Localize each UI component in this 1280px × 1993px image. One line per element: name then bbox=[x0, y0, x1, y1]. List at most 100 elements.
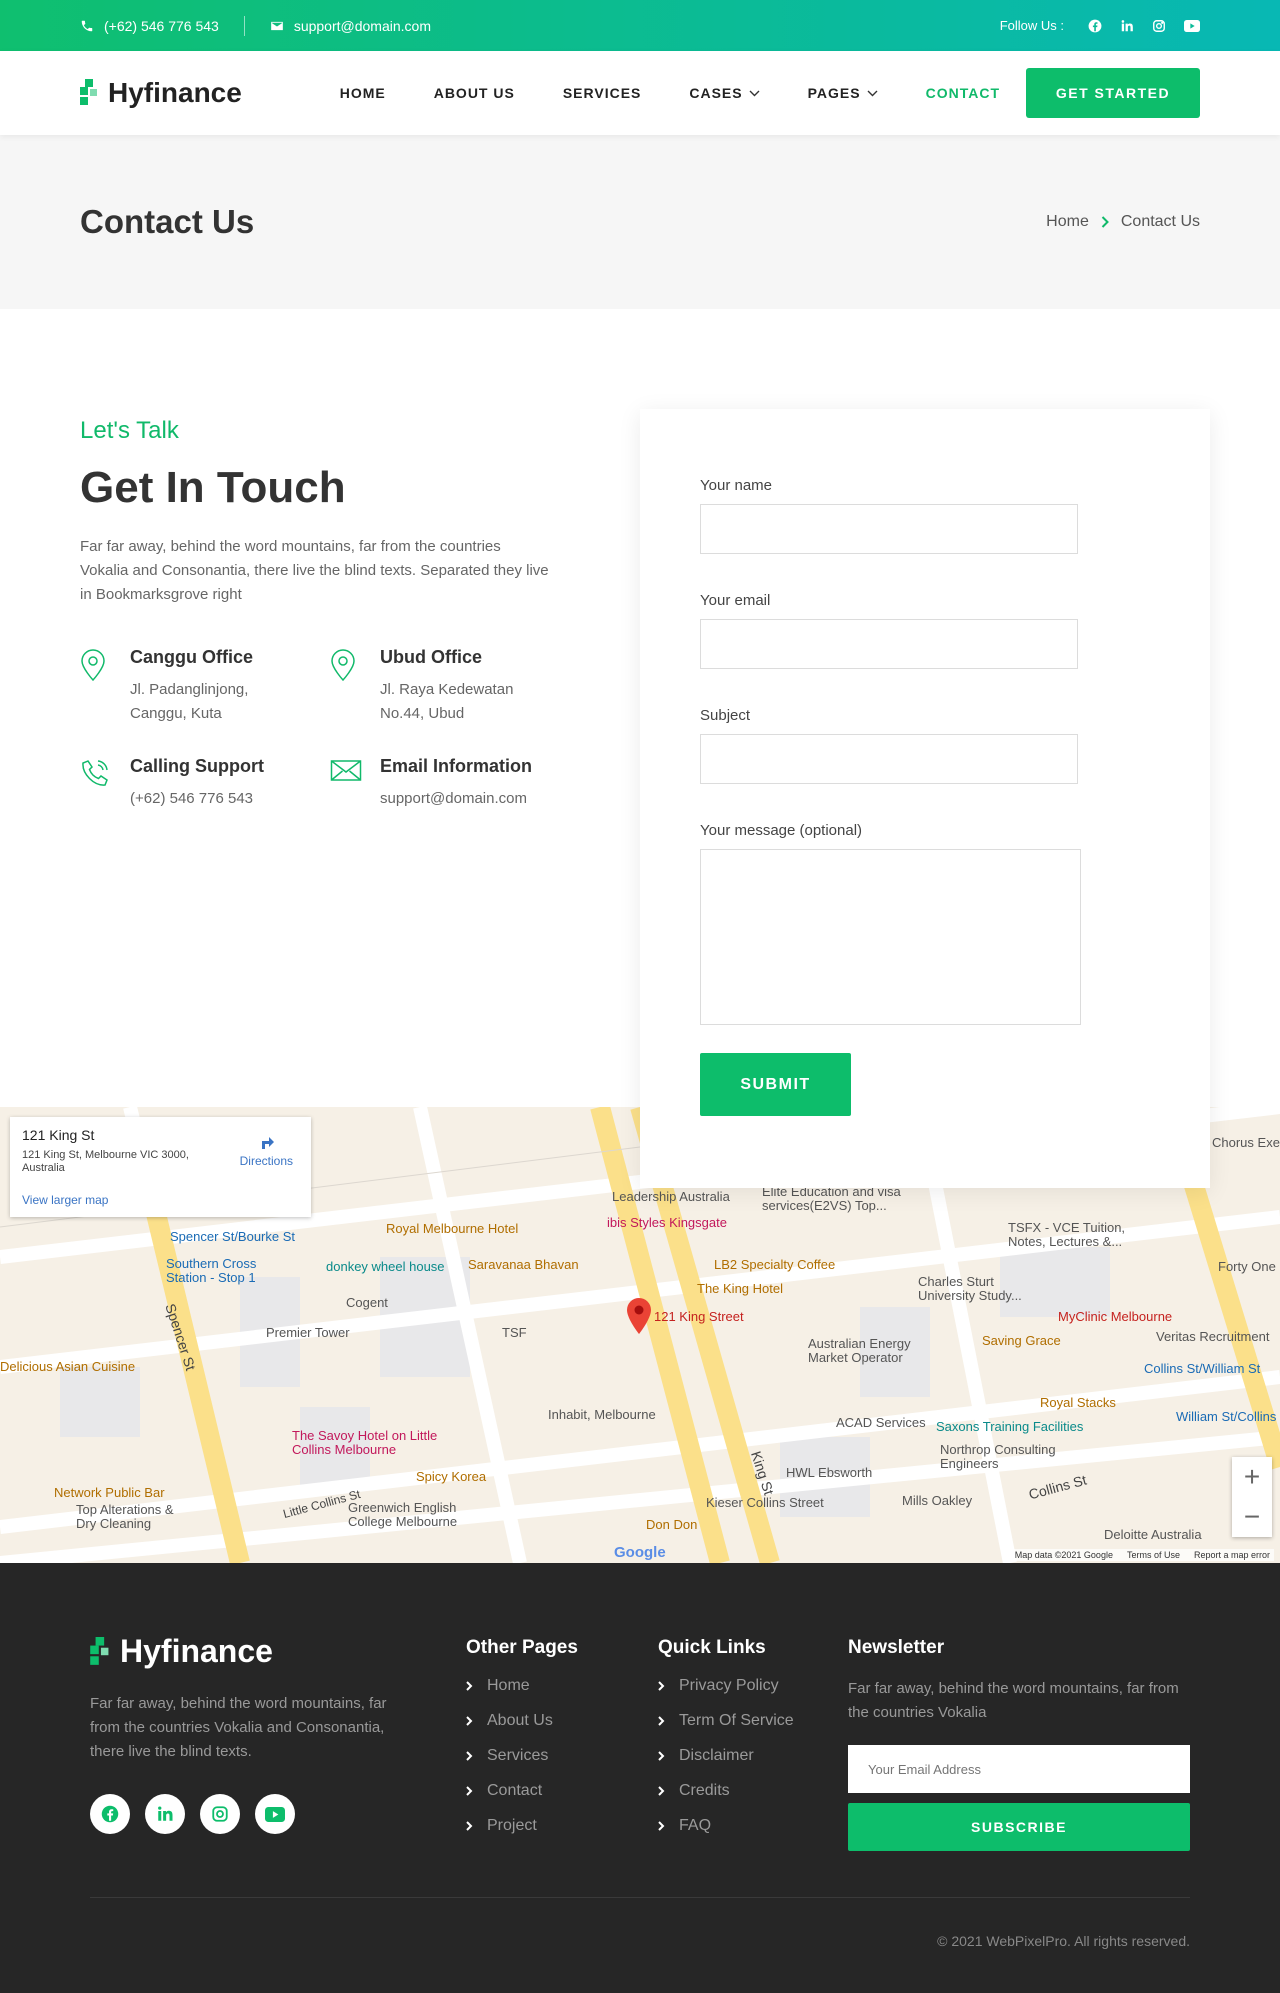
footer-link-label: Project bbox=[487, 1817, 537, 1834]
linkedin-icon[interactable] bbox=[1120, 19, 1134, 33]
instagram-icon[interactable] bbox=[200, 1794, 240, 1834]
map-attribution: Map data ©2021 Google Terms of Use Repor… bbox=[1010, 1549, 1274, 1561]
site-footer: Hyfinance Far far away, behind the word … bbox=[0, 1563, 1280, 1993]
map-label: Northrop Consulting Engineers bbox=[940, 1442, 1056, 1471]
footer-link[interactable]: Credits bbox=[658, 1782, 794, 1800]
chevron-down-icon bbox=[867, 90, 878, 96]
footer-quick-title: Quick Links bbox=[658, 1637, 766, 1658]
nav-services[interactable]: SERVICES bbox=[563, 85, 642, 101]
contact-card-calling: Calling Support (+62) 546 776 543 bbox=[80, 756, 330, 811]
youtube-icon[interactable] bbox=[255, 1794, 295, 1834]
nav-about-us[interactable]: ABOUT US bbox=[434, 85, 515, 101]
chevron-right-icon bbox=[658, 1751, 665, 1761]
map-pin-icon bbox=[81, 649, 105, 682]
facebook-icon[interactable] bbox=[90, 1794, 130, 1834]
footer-link[interactable]: FAQ bbox=[658, 1817, 794, 1835]
linkedin-icon[interactable] bbox=[145, 1794, 185, 1834]
contact-card-title: Canggu Office bbox=[130, 647, 254, 667]
map-label: Don Don bbox=[646, 1517, 698, 1532]
map-label: Chorus Exe bbox=[1212, 1135, 1280, 1150]
map-label: Spicy Korea bbox=[416, 1469, 487, 1484]
submit-button[interactable]: SUBMIT bbox=[700, 1053, 851, 1116]
contact-cards: Canggu Office Jl. Padanglinjong, Canggu,… bbox=[80, 647, 560, 811]
subscribe-button[interactable]: SUBSCRIBE bbox=[848, 1803, 1190, 1851]
main-navbar: Hyfinance HOME ABOUT US SERVICES CASES P… bbox=[0, 51, 1280, 135]
facebook-icon[interactable] bbox=[1088, 19, 1102, 33]
footer-link[interactable]: Project bbox=[466, 1817, 578, 1835]
topbar-email[interactable]: support@domain.com bbox=[270, 18, 431, 34]
footer-link[interactable]: Services bbox=[466, 1747, 578, 1765]
nav-pages[interactable]: PAGES bbox=[808, 85, 878, 101]
topbar-phone[interactable]: (+62) 546 776 543 bbox=[80, 18, 219, 34]
name-field[interactable] bbox=[700, 504, 1078, 554]
footer-other-pages: Other Pages Home About Us Services Conta… bbox=[466, 1637, 578, 1852]
contact-card-title: Calling Support bbox=[130, 756, 264, 776]
get-started-button[interactable]: GET STARTED bbox=[1026, 68, 1200, 118]
nav-cases[interactable]: CASES bbox=[689, 85, 760, 101]
nav-home[interactable]: HOME bbox=[340, 85, 386, 101]
mail-icon bbox=[330, 760, 362, 781]
phone-icon bbox=[82, 760, 108, 786]
contact-card-line: Jl. Padanglinjong, bbox=[130, 681, 249, 698]
footer-link[interactable]: Contact bbox=[466, 1782, 578, 1800]
footer-logo[interactable]: Hyfinance bbox=[90, 1633, 400, 1670]
main-menu: HOME ABOUT US SERVICES CASES PAGES CONTA… bbox=[292, 85, 1000, 101]
map-label: Top Alterations & Dry Cleaning bbox=[76, 1502, 174, 1531]
zoom-out-button[interactable]: − bbox=[1232, 1497, 1272, 1537]
map-marker[interactable]: 121 King Street bbox=[626, 1297, 744, 1335]
map-report-link[interactable]: Report a map error bbox=[1194, 1550, 1270, 1560]
footer-link[interactable]: Privacy Policy bbox=[658, 1677, 794, 1695]
message-field[interactable] bbox=[700, 849, 1081, 1025]
footer-socials bbox=[90, 1794, 400, 1834]
chevron-right-icon bbox=[1101, 216, 1109, 228]
map-terms-link[interactable]: Terms of Use bbox=[1127, 1550, 1180, 1560]
nav-about-label: ABOUT US bbox=[433, 85, 515, 101]
zoom-in-button[interactable]: + bbox=[1232, 1457, 1272, 1497]
map-label: Royal Melbourne Hotel bbox=[386, 1221, 519, 1236]
contact-card-line[interactable]: (+62) 546 776 543 bbox=[130, 787, 264, 811]
topbar-email-text: support@domain.com bbox=[293, 17, 431, 34]
subject-field[interactable] bbox=[700, 734, 1078, 784]
topbar-phone-text: (+62) 546 776 543 bbox=[104, 17, 219, 34]
chevron-right-icon bbox=[466, 1821, 473, 1831]
breadcrumb-current: Contact Us bbox=[1120, 213, 1200, 230]
footer-link[interactable]: Home bbox=[466, 1677, 578, 1695]
map-label: Deloitte Australia bbox=[1104, 1527, 1202, 1542]
instagram-icon[interactable] bbox=[1152, 19, 1166, 33]
page-title: Contact Us bbox=[80, 203, 255, 240]
view-larger-map-link[interactable]: View larger map bbox=[22, 1193, 108, 1207]
contact-card-line: No.44, Ubud bbox=[380, 705, 465, 722]
footer-link-label: Term Of Service bbox=[679, 1712, 794, 1729]
map-label: The King Hotel bbox=[697, 1281, 783, 1296]
nav-contact[interactable]: CONTACT bbox=[926, 85, 1000, 101]
footer-link[interactable]: About Us bbox=[466, 1712, 578, 1730]
contact-card-line[interactable]: support@domain.com bbox=[380, 787, 532, 811]
footer-news-description: Far far away, behind the word mountains,… bbox=[848, 1680, 1179, 1721]
chevron-right-icon bbox=[466, 1786, 473, 1796]
footer-link-label: Home bbox=[487, 1677, 530, 1694]
map-label: HWL Ebsworth bbox=[786, 1465, 873, 1480]
name-label: Your name bbox=[700, 477, 772, 494]
map-label: ACAD Services bbox=[836, 1415, 926, 1430]
newsletter-email-input[interactable] bbox=[848, 1745, 1190, 1793]
map-pin-icon bbox=[331, 649, 355, 682]
footer-divider bbox=[90, 1897, 1190, 1898]
map-pin-icon bbox=[627, 1298, 651, 1334]
brand-logo[interactable]: Hyfinance bbox=[80, 77, 242, 109]
map-label: Leadership Australia bbox=[612, 1189, 730, 1204]
footer-link[interactable]: Disclaimer bbox=[658, 1747, 794, 1765]
map-label: Collins St/William St bbox=[1144, 1361, 1261, 1376]
map-label: LB2 Specialty Coffee bbox=[714, 1257, 836, 1272]
map-directions[interactable]: Directions bbox=[240, 1131, 293, 1168]
youtube-icon[interactable] bbox=[1184, 19, 1200, 32]
map-label: Saxons Training Facilities bbox=[936, 1419, 1084, 1434]
footer-link-label: Contact bbox=[487, 1782, 543, 1799]
map-label: TSFX - VCE Tuition, Notes, Lectures &... bbox=[1008, 1220, 1126, 1249]
contact-section: Let's Talk Get In Touch Far far away, be… bbox=[0, 309, 1280, 1188]
copyright: © 2021 WebPixelPro. All rights reserved. bbox=[937, 1933, 1190, 1949]
message-label: Your message (optional) bbox=[700, 822, 863, 839]
footer-link[interactable]: Term Of Service bbox=[658, 1712, 794, 1730]
breadcrumb-home[interactable]: Home bbox=[1046, 213, 1089, 231]
email-field[interactable] bbox=[700, 619, 1078, 669]
map-place-address: 121 King St, Melbourne VIC 3000, Austral… bbox=[22, 1149, 189, 1174]
